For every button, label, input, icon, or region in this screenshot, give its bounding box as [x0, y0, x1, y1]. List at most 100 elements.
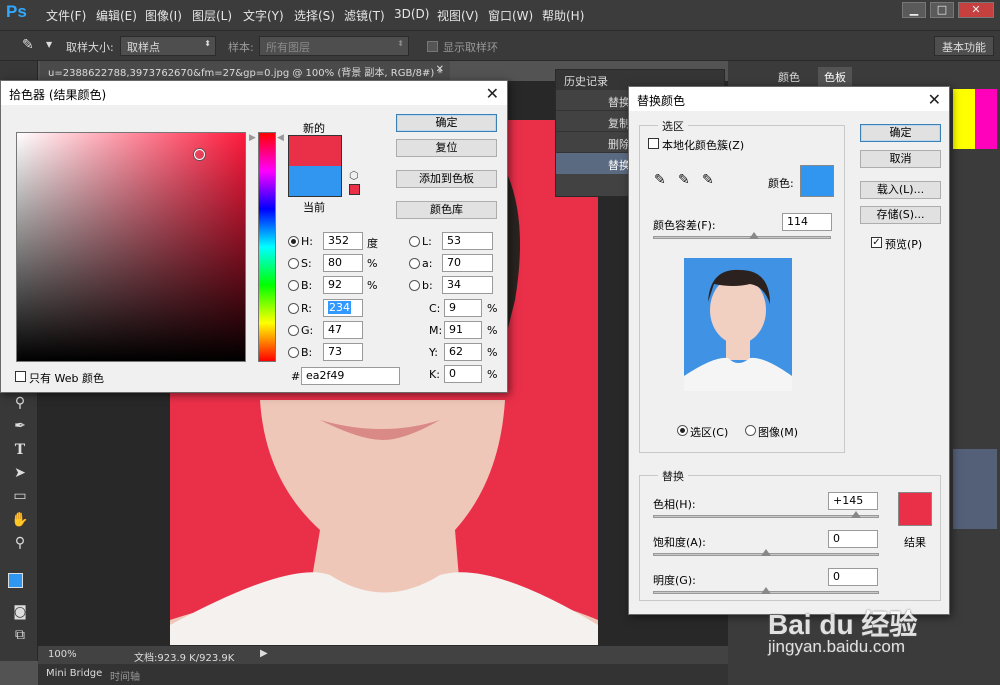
tab-swatches[interactable]: 色板 — [818, 67, 852, 87]
pen-tool-icon[interactable]: ✒ — [10, 417, 30, 435]
red-radio[interactable] — [288, 303, 299, 314]
saturation-slider[interactable] — [653, 549, 879, 556]
preview-checkbox[interactable]: ✓ — [871, 237, 882, 248]
black-field[interactable]: 0 — [444, 365, 482, 383]
image-mode-radio[interactable] — [745, 425, 756, 436]
menu-type[interactable]: 文字(Y) — [243, 7, 284, 24]
green-radio[interactable] — [288, 325, 299, 336]
load-button[interactable]: 载入(L)... — [860, 181, 941, 199]
hand-tool-icon[interactable]: ✋ — [10, 511, 30, 529]
close-icon[interactable]: ✕ — [928, 90, 941, 109]
lab-a-radio[interactable] — [409, 258, 420, 269]
minimize-button[interactable]: ▁ — [902, 2, 926, 18]
ok-button[interactable]: 确定 — [396, 114, 497, 132]
hue-slider-handle-right[interactable]: ◀ — [277, 133, 284, 143]
document-tab[interactable]: u=2388622788,3973762670&fm=27&gp=0.jpg @… — [40, 61, 450, 81]
web-colors-only-checkbox[interactable] — [15, 371, 26, 382]
tab-timeline[interactable]: 时间轴 — [110, 668, 140, 683]
zoom-tool-icon[interactable]: ⚲ — [10, 394, 30, 412]
hex-field[interactable]: ea2f49 — [301, 367, 400, 385]
menu-edit[interactable]: 编辑(E) — [96, 7, 137, 24]
rectangle-tool-icon[interactable]: ▭ — [10, 487, 30, 505]
menu-select[interactable]: 选择(S) — [294, 7, 335, 24]
zoom-glass-icon[interactable]: ⚲ — [10, 534, 30, 552]
color-target-marker[interactable] — [194, 149, 205, 160]
sample-select[interactable]: 所有图层 ⬍ — [259, 36, 409, 56]
saturation-radio[interactable] — [288, 258, 299, 269]
lab-l-radio[interactable] — [409, 236, 420, 247]
menu-file[interactable]: 文件(F) — [46, 7, 86, 24]
localized-clusters-checkbox[interactable] — [648, 138, 659, 149]
fuzziness-field[interactable]: 114 — [782, 213, 832, 231]
type-tool-icon[interactable]: T — [10, 441, 30, 459]
path-select-icon[interactable]: ➤ — [10, 464, 30, 482]
swatch-grid[interactable] — [953, 89, 997, 149]
lightness-field[interactable]: 0 — [828, 568, 878, 586]
gamut-warning-icon[interactable]: ⬡ — [349, 169, 359, 182]
tab-mini-bridge[interactable]: Mini Bridge — [46, 668, 102, 679]
tab-color[interactable]: 颜色 — [778, 69, 800, 85]
cancel-button[interactable]: 取消 — [860, 150, 941, 168]
saturation-field[interactable]: 0 — [828, 530, 878, 548]
menu-image[interactable]: 图像(I) — [145, 7, 182, 24]
foreground-color-swatch[interactable] — [8, 573, 23, 588]
result-color-swatch[interactable] — [898, 492, 932, 526]
yellow-field[interactable]: 62 — [444, 343, 482, 361]
hue-slider-handle-left[interactable]: ▶ — [249, 133, 256, 143]
play-icon[interactable]: ▶ — [260, 648, 268, 659]
lab-l-field[interactable]: 53 — [442, 232, 493, 250]
sample-size-select[interactable]: 取样点 ⬍ — [120, 36, 216, 56]
menu-layer[interactable]: 图层(L) — [192, 7, 232, 24]
web-safe-swatch[interactable] — [349, 184, 360, 195]
hue-radio[interactable] — [288, 236, 299, 247]
brightness-field[interactable]: 92 — [323, 276, 363, 294]
fuzziness-slider-thumb[interactable] — [749, 232, 760, 239]
lab-a-field[interactable]: 70 — [442, 254, 493, 272]
menu-window[interactable]: 窗口(W) — [488, 7, 533, 24]
fuzziness-slider[interactable] — [653, 232, 831, 239]
selection-mode-radio[interactable] — [677, 425, 688, 436]
ok-button[interactable]: 确定 — [860, 124, 941, 142]
menu-filter[interactable]: 滤镜(T) — [344, 7, 385, 24]
hue-slider[interactable] — [653, 511, 879, 518]
color-libraries-button[interactable]: 颜色库 — [396, 201, 497, 219]
workspace-button[interactable]: 基本功能 — [934, 36, 994, 56]
eyedropper-icon[interactable]: ✎ — [22, 37, 34, 53]
maximize-button[interactable]: □ — [930, 2, 954, 18]
eyedropper-minus-icon[interactable]: ✎ — [702, 172, 714, 188]
eyedropper-plus-icon[interactable]: ✎ — [678, 172, 690, 188]
save-button[interactable]: 存储(S)... — [860, 206, 941, 224]
quick-mask-icon[interactable]: ◙ — [10, 603, 30, 621]
screen-mode-icon[interactable]: ⧉ — [10, 626, 30, 644]
green-field[interactable]: 47 — [323, 321, 363, 339]
selection-color-swatch[interactable] — [800, 165, 834, 197]
chevron-down-icon[interactable]: ▼ — [46, 40, 52, 49]
hue-slider[interactable] — [258, 132, 276, 362]
zoom-level[interactable]: 100% — [48, 649, 77, 660]
eyedropper-icon[interactable]: ✎ — [654, 172, 666, 188]
saturation-slider-thumb[interactable] — [761, 549, 771, 556]
magenta-field[interactable]: 91 — [444, 321, 482, 339]
brightness-radio[interactable] — [288, 280, 299, 291]
lab-b-field[interactable]: 34 — [442, 276, 493, 294]
close-tab-icon[interactable]: ✕ — [436, 64, 444, 75]
add-to-swatches-button[interactable]: 添加到色板 — [396, 170, 497, 188]
blue-field[interactable]: 73 — [323, 343, 363, 361]
menu-help[interactable]: 帮助(H) — [542, 7, 584, 24]
cyan-field[interactable]: 9 — [444, 299, 482, 317]
lightness-slider[interactable] — [653, 587, 879, 594]
hue-field[interactable]: 352 — [323, 232, 363, 250]
blue-radio[interactable] — [288, 347, 299, 358]
lab-b-radio[interactable] — [409, 280, 420, 291]
hue-slider-thumb[interactable] — [850, 511, 861, 518]
saturation-brightness-field[interactable] — [16, 132, 246, 362]
lightness-slider-thumb[interactable] — [761, 587, 771, 594]
menu-3d[interactable]: 3D(D) — [394, 7, 429, 21]
close-window-button[interactable]: ✕ — [958, 2, 994, 18]
saturation-field[interactable]: 80 — [323, 254, 363, 272]
hue-field[interactable]: +145 — [828, 492, 878, 510]
close-icon[interactable]: ✕ — [486, 84, 499, 103]
menu-view[interactable]: 视图(V) — [437, 7, 479, 24]
show-ring-checkbox[interactable] — [427, 41, 438, 52]
red-field[interactable]: 234 — [323, 299, 363, 317]
